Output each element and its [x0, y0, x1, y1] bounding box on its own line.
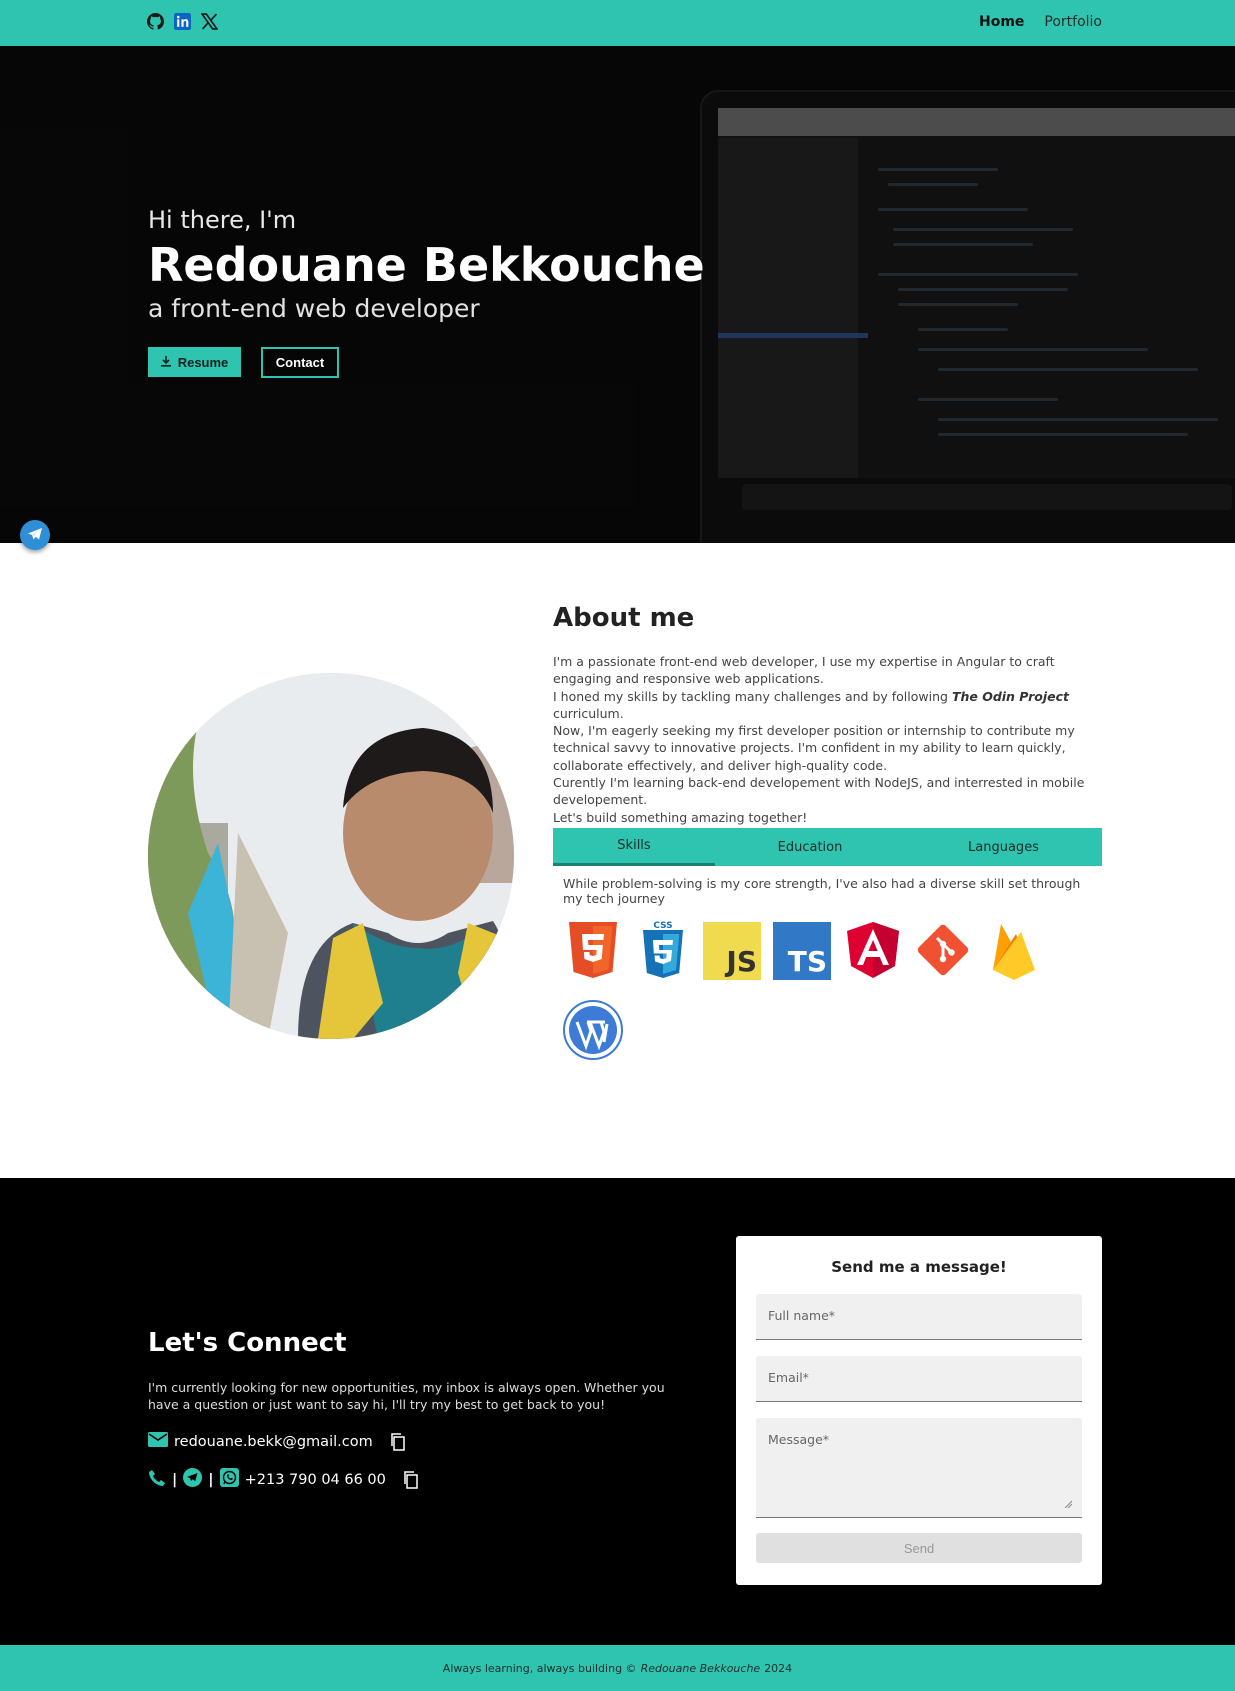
hero-section: Hi there, I'm Redouane Bekkouche a front… [0, 46, 1235, 543]
footer-name: Redouane Bekkouche [640, 1661, 761, 1675]
resume-label: Resume [177, 354, 229, 370]
angular-icon [843, 920, 903, 980]
connect-intro: I'm currently looking for new opportunit… [148, 1380, 665, 1413]
about-tabs: Skills Education Languages [553, 828, 1102, 866]
wordpress-icon [563, 1000, 623, 1060]
html5-icon [563, 920, 623, 980]
tab-skills[interactable]: Skills [553, 828, 715, 866]
nav-portfolio-link[interactable]: Portfolio [1044, 14, 1102, 30]
phone-number[interactable]: +213 790 04 66 00 [245, 1472, 386, 1488]
footer: Always learning, always building © Redou… [0, 1645, 1235, 1691]
resize-handle-icon[interactable] [1064, 1496, 1073, 1511]
skills-description: While problem-solving is my core strengt… [563, 876, 1081, 906]
email-row: redouane.bekk@gmail.com [148, 1432, 407, 1451]
envelope-icon [148, 1432, 168, 1451]
download-icon [160, 355, 171, 370]
about-line-1: I'm a passionate front-end web developer… [553, 654, 1055, 687]
separator: | [208, 1471, 214, 1488]
top-navbar: Home Portfolio [0, 0, 1235, 46]
firebase-icon [983, 920, 1043, 980]
send-button[interactable]: Send [756, 1533, 1082, 1563]
javascript-icon: JS [703, 922, 761, 980]
connect-title: Let's Connect [148, 1328, 347, 1358]
form-title: Send me a message! [831, 1258, 1007, 1276]
linkedin-icon[interactable] [174, 13, 191, 30]
css3-icon: CSS [633, 920, 693, 980]
tab-languages[interactable]: Languages [905, 828, 1102, 866]
profile-photo [148, 673, 514, 1039]
github-icon[interactable] [147, 13, 164, 30]
email-field[interactable]: Email* [756, 1356, 1082, 1402]
separator: | [172, 1471, 178, 1488]
about-line-2: I honed my skills by tackling many chall… [553, 688, 1069, 721]
footer-text: Always learning, always building © [442, 1661, 637, 1675]
whatsapp-icon[interactable] [219, 1468, 239, 1491]
hero-role: a front-end web developer [148, 294, 480, 323]
about-line-5: Let's build something amazing together! [553, 809, 808, 825]
typescript-icon: TS [773, 922, 831, 980]
about-paragraph: I'm a passionate front-end web developer… [553, 653, 1108, 826]
hero-greeting: Hi there, I'm [148, 206, 297, 234]
message-placeholder: Message* [768, 1432, 830, 1447]
copy-email-icon[interactable] [389, 1432, 407, 1451]
telegram-icon[interactable] [183, 1468, 203, 1491]
about-line-3: Now, I'm eagerly seeking my first develo… [553, 723, 1075, 773]
about-title: About me [553, 603, 695, 633]
about-line-4: Curently I'm learning back-end developem… [553, 775, 1085, 808]
hero-name: Redouane Bekkouche [148, 238, 705, 292]
git-icon [913, 920, 973, 980]
nav-home-link[interactable]: Home [979, 14, 1024, 30]
css-label: CSS [653, 921, 672, 931]
fullname-field[interactable]: Full name* [756, 1294, 1082, 1340]
email-address[interactable]: redouane.bekk@gmail.com [174, 1434, 373, 1450]
resume-button[interactable]: Resume [148, 347, 241, 377]
message-field[interactable]: Message* [756, 1418, 1082, 1518]
contact-button[interactable]: Contact [261, 347, 339, 378]
phone-icon[interactable] [148, 1469, 166, 1491]
telegram-icon [27, 526, 43, 545]
copy-phone-icon[interactable] [402, 1470, 420, 1489]
contact-form: Send me a message! Full name* Email* Mes… [736, 1236, 1102, 1585]
footer-year: 2024 [764, 1661, 793, 1675]
connect-section: Let's Connect I'm currently looking for … [0, 1178, 1235, 1645]
telegram-float-button[interactable] [20, 520, 50, 550]
tab-education[interactable]: Education [715, 828, 905, 866]
phone-row: | | +213 790 04 66 00 [148, 1468, 420, 1491]
about-section: About me I'm a passionate front-end web … [0, 543, 1235, 1178]
x-icon[interactable] [200, 13, 219, 30]
social-links [147, 13, 219, 30]
odin-project-emphasis: The Odin Project [951, 688, 1069, 704]
